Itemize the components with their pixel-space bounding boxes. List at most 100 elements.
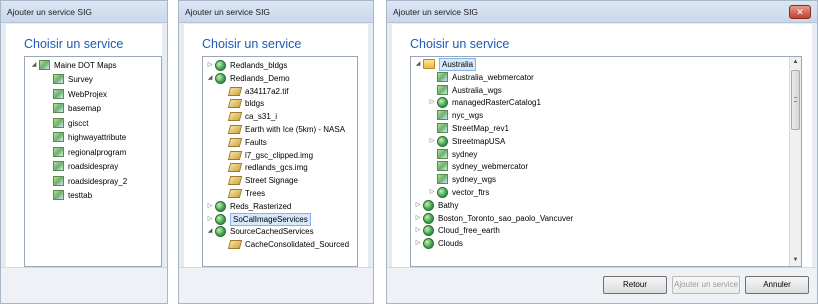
tree-item[interactable]: nyc_wgs bbox=[427, 109, 483, 122]
collapse-arrow-icon[interactable]: ◢ bbox=[205, 72, 215, 85]
expand-arrow-icon[interactable]: ▷ bbox=[427, 96, 437, 109]
tree-item[interactable]: ▷ StreetmapUSA bbox=[427, 135, 505, 148]
close-button[interactable]: ✕ bbox=[789, 5, 811, 19]
tree-item[interactable]: testtab bbox=[53, 189, 92, 202]
tree-item[interactable]: ▷ Reds_Rasterized bbox=[205, 200, 291, 213]
tree-item-label: highwayattribute bbox=[68, 133, 127, 142]
tree-item[interactable]: ◢ SourceCachedServices bbox=[205, 225, 314, 238]
dialog-3: Ajouter un service SIG ✕ Choisir un serv… bbox=[386, 0, 818, 304]
back-button[interactable]: Retour bbox=[603, 276, 667, 294]
scroll-thumb[interactable] bbox=[791, 70, 800, 130]
mapdoc-icon bbox=[437, 84, 448, 95]
collapse-arrow-icon[interactable]: ◢ bbox=[413, 58, 423, 71]
tree-item[interactable]: roadsidespray bbox=[53, 160, 118, 173]
expand-arrow-icon[interactable]: ▷ bbox=[413, 199, 423, 212]
mapdoc-icon bbox=[53, 88, 64, 99]
tree-item-label: Trees bbox=[245, 189, 266, 198]
tree-item-label: Australia bbox=[439, 58, 477, 71]
tree-item[interactable]: Australia_webmercator bbox=[427, 71, 534, 84]
tree-item[interactable]: ◢ Redlands_Demo bbox=[205, 72, 290, 85]
mapdoc-icon bbox=[437, 148, 448, 159]
grip-icon bbox=[794, 97, 797, 102]
tree-item[interactable]: Faults bbox=[219, 136, 267, 149]
tree-item[interactable]: Australia_wgs bbox=[427, 84, 502, 97]
tree-item-label: StreetmapUSA bbox=[452, 136, 506, 146]
tree-item[interactable]: ◢ Australia bbox=[413, 58, 477, 71]
collapse-arrow-icon[interactable]: ◢ bbox=[205, 225, 215, 238]
tree-item[interactable]: ▷ Boston_Toronto_sao_paolo_Vancuver bbox=[413, 212, 573, 225]
dialog-footer bbox=[1, 267, 167, 303]
page-heading: Choisir un service bbox=[410, 37, 510, 51]
tree-item[interactable]: regionalprogram bbox=[53, 146, 126, 159]
tree-item[interactable]: giscct bbox=[53, 117, 88, 130]
mapdoc-icon bbox=[437, 174, 448, 185]
tree-item[interactable]: ▷ managedRasterCatalog1 bbox=[427, 96, 541, 109]
mapdoc-icon bbox=[437, 123, 448, 133]
tree-item[interactable]: bldgs bbox=[219, 97, 264, 110]
tree-item[interactable]: sydney_wgs bbox=[427, 173, 496, 186]
tree-item[interactable]: Street Signage bbox=[219, 174, 298, 187]
mapdoc-icon bbox=[53, 190, 64, 200]
mapdoc-icon bbox=[53, 132, 64, 142]
scroll-down-icon[interactable]: ▼ bbox=[790, 255, 801, 266]
tree-item-label: sydney bbox=[452, 149, 478, 159]
tree-item[interactable]: redlands_gcs.img bbox=[219, 161, 308, 174]
mapdoc-icon bbox=[53, 117, 64, 128]
folder-icon bbox=[423, 59, 435, 69]
vertical-scrollbar[interactable]: ▲ ▼ bbox=[789, 57, 801, 266]
title-bar: Ajouter un service SIG ✕ bbox=[387, 1, 817, 23]
tree-item[interactable]: roadsidespray_2 bbox=[53, 175, 127, 188]
tree-item-label: Bathy bbox=[438, 200, 459, 210]
tree-item[interactable]: ▷ Clouds bbox=[413, 237, 463, 250]
tree-item[interactable]: CacheConsolidated_Sourced bbox=[219, 238, 349, 251]
dialog-title: Ajouter un service SIG bbox=[185, 7, 271, 17]
tree-item[interactable]: StreetMap_rev1 bbox=[427, 122, 509, 135]
tree-item[interactable]: Survey bbox=[53, 73, 93, 86]
tree-item[interactable]: sydney bbox=[427, 148, 477, 161]
tree-item[interactable]: ▷ Bathy bbox=[413, 199, 458, 212]
expand-arrow-icon[interactable]: ▷ bbox=[427, 135, 437, 148]
tree-item[interactable]: ▷ SoCalImageServices bbox=[205, 212, 311, 226]
tree-item[interactable]: basemap bbox=[53, 102, 101, 115]
collapse-arrow-icon[interactable]: ◢ bbox=[29, 59, 39, 72]
tree-item[interactable]: ca_s31_i bbox=[219, 110, 277, 123]
add-service-button[interactable]: Ajouter un service bbox=[672, 276, 740, 294]
globe-icon bbox=[215, 72, 226, 84]
dialog-2: Ajouter un service SIG Choisir un servic… bbox=[178, 0, 374, 304]
tree-item[interactable]: Earth with Ice (5km) - NASA bbox=[219, 123, 345, 136]
service-tree[interactable]: ◢ Australia Australia_webmercator Australia… bbox=[410, 56, 802, 267]
mapdoc-icon bbox=[53, 103, 64, 113]
cancel-button[interactable]: Annuler bbox=[745, 276, 809, 294]
tree-item-label: ca_s31_i bbox=[245, 112, 278, 122]
tree-item[interactable]: sydney_webmercator bbox=[427, 160, 528, 173]
expand-arrow-icon[interactable]: ▷ bbox=[413, 237, 423, 250]
scroll-up-icon[interactable]: ▲ bbox=[790, 57, 801, 68]
tree-item[interactable]: ▷ Redlands_bldgs bbox=[205, 59, 287, 72]
expand-arrow-icon[interactable]: ▷ bbox=[413, 212, 423, 225]
dialog-content: Choisir un service ◢ Maine DOT Maps Survey… bbox=[6, 24, 162, 267]
tree-item-label: giscct bbox=[68, 118, 89, 128]
tree-item[interactable]: ▷ Cloud_free_earth bbox=[413, 224, 500, 237]
tree-item-root[interactable]: ◢ Maine DOT Maps bbox=[29, 59, 117, 72]
expand-arrow-icon[interactable]: ▷ bbox=[427, 186, 437, 199]
raster-icon bbox=[227, 176, 243, 186]
service-tree[interactable]: ◢ Maine DOT Maps Survey WebProjex basemap gis… bbox=[24, 56, 162, 267]
globe-icon bbox=[423, 212, 434, 224]
tree-item[interactable]: ▷ vector_ftrs bbox=[427, 186, 489, 199]
tree-item-label: roadsidespray bbox=[68, 162, 119, 171]
expand-arrow-icon[interactable]: ▷ bbox=[205, 213, 215, 226]
tree-item[interactable]: Trees bbox=[219, 187, 265, 200]
expand-arrow-icon[interactable]: ▷ bbox=[205, 200, 215, 213]
expand-arrow-icon[interactable]: ▷ bbox=[205, 59, 215, 72]
tree-item[interactable]: a34117a2.tif bbox=[219, 85, 288, 98]
raster-icon bbox=[227, 86, 243, 96]
expand-arrow-icon[interactable]: ▷ bbox=[413, 224, 423, 237]
tree-item-label: vector_ftrs bbox=[452, 188, 490, 197]
service-tree[interactable]: ▷ Redlands_bldgs ◢ Redlands_Demo a34117a2.ti… bbox=[202, 56, 358, 267]
globe-icon bbox=[423, 199, 434, 211]
tree-item[interactable]: highwayattribute bbox=[53, 131, 126, 144]
raster-icon bbox=[227, 112, 243, 122]
tree-item[interactable]: l7_gsc_clipped.img bbox=[219, 149, 313, 162]
tree-item[interactable]: WebProjex bbox=[53, 88, 107, 101]
dialog-1: Ajouter un service SIG Choisir un servic… bbox=[0, 0, 168, 304]
